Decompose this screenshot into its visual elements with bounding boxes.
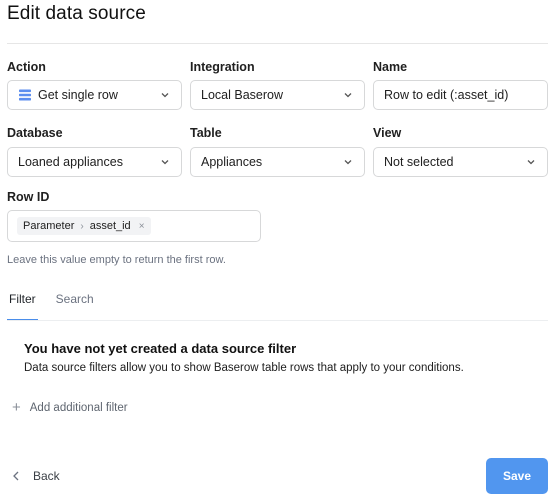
empty-filter-description: Data source filters allow you to show Ba… [24,362,464,374]
integration-select[interactable]: Local Baserow [190,80,365,110]
database-value: Loaned appliances [18,155,123,169]
integration-label: Integration [190,60,255,74]
plus-icon: + [12,399,21,416]
back-label: Back [33,469,60,483]
add-filter-label: Add additional filter [29,401,128,414]
chevron-down-icon [159,156,171,168]
table-label: Table [190,126,222,140]
chevron-down-icon [342,89,354,101]
view-select[interactable]: Not selected [373,147,548,177]
tab-search[interactable]: Search [54,292,96,316]
chevron-left-icon [12,471,20,481]
name-value: Row to edit (:asset_id) [384,88,509,102]
name-input[interactable]: Row to edit (:asset_id) [373,80,548,110]
header-divider [7,43,548,44]
chevron-down-icon [159,89,171,101]
action-select[interactable]: Get single row [7,80,182,110]
action-label: Action [7,60,46,74]
back-button[interactable]: Back [12,469,60,483]
tab-filter[interactable]: Filter [7,292,38,321]
chip-source: Parameter [23,220,75,232]
table-value: Appliances [201,155,263,169]
empty-filter-title: You have not yet created a data source f… [24,341,297,356]
action-value: Get single row [38,88,118,102]
database-label: Database [7,126,63,140]
table-rows-icon [18,88,32,102]
table-select[interactable]: Appliances [190,147,365,177]
chevron-down-icon [525,156,537,168]
chip-parameter: asset_id [89,220,131,232]
row-id-hint: Leave this value empty to return the fir… [7,254,226,266]
chevron-right-icon: › [80,220,84,232]
page-title: Edit data source [7,3,146,24]
view-value: Not selected [384,155,454,169]
row-id-input[interactable]: Parameter › asset_id × [7,210,261,242]
remove-chip-icon[interactable]: × [139,221,145,232]
database-select[interactable]: Loaned appliances [7,147,182,177]
chevron-down-icon [342,156,354,168]
save-button[interactable]: Save [486,458,548,494]
add-filter-button[interactable]: + Add additional filter [12,400,128,415]
filter-search-tabs: Filter Search [7,292,112,321]
parameter-chip[interactable]: Parameter › asset_id × [17,217,151,235]
view-label: View [373,126,402,140]
row-id-label: Row ID [7,190,50,204]
name-label: Name [373,60,408,74]
tabs-divider [7,320,548,321]
integration-value: Local Baserow [201,88,283,102]
